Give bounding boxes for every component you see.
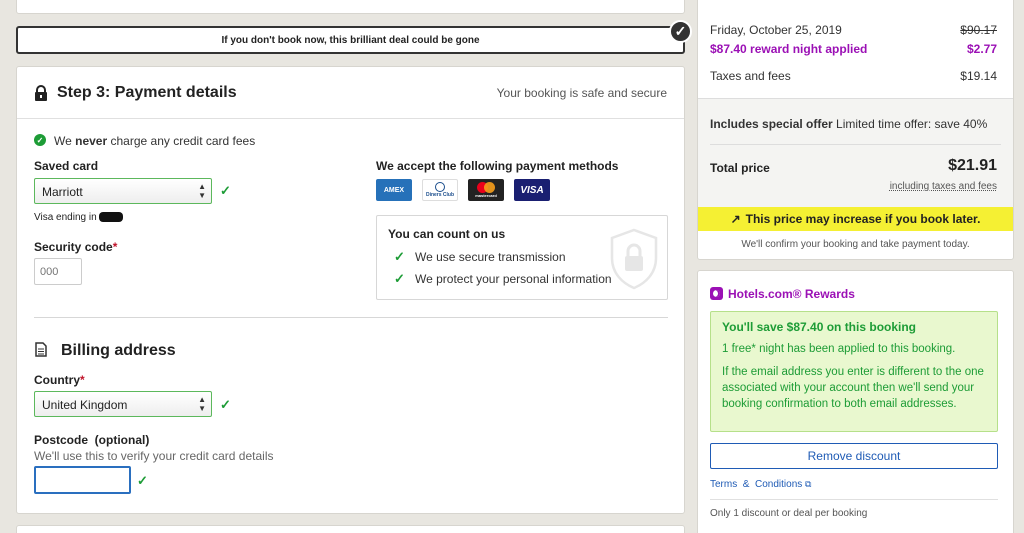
terms-link[interactable]: Terms & Conditions ⧉ xyxy=(710,479,811,490)
section-divider xyxy=(34,317,668,318)
check-circle-icon: ✓ xyxy=(669,20,692,43)
rewards-savings-box: You'll save $87.40 on this booking 1 fre… xyxy=(710,311,998,432)
remove-discount-label: Remove discount xyxy=(807,449,901,463)
no-fees-emphasis: never xyxy=(75,134,108,148)
security-code-label-text: Security code xyxy=(34,240,113,254)
external-link-icon: ⧉ xyxy=(805,479,812,489)
offer-section: Includes special offer Limited time offe… xyxy=(698,98,1013,215)
security-code-input[interactable] xyxy=(34,258,82,285)
special-offer-detail: Limited time offer: save 40% xyxy=(832,117,988,131)
reward-price: $2.77 xyxy=(966,42,997,56)
check-icon: ✓ xyxy=(137,473,148,488)
offer-divider xyxy=(710,144,1001,145)
payment-methods-heading: We accept the following payment methods xyxy=(376,159,619,173)
saved-card-label: Saved card xyxy=(34,159,99,173)
total-label: Total price xyxy=(710,161,770,175)
postcode-hint: We'll use this to verify your credit car… xyxy=(34,449,274,463)
total-value: $21.91 xyxy=(948,157,997,174)
no-fees-suffix: charge any credit card fees xyxy=(107,134,256,148)
diners-label: Diners Club xyxy=(425,192,455,198)
confirm-text: We'll confirm your booking and take paym… xyxy=(741,239,970,250)
rewards-card: Hotels.com® Rewards You'll save $87.40 o… xyxy=(697,270,1014,533)
previous-card xyxy=(16,0,685,14)
urgency-text: If you don't book now, this brilliant de… xyxy=(221,34,480,46)
postcode-label: Postcode (optional) xyxy=(34,433,150,447)
hotels-rewards-icon xyxy=(710,287,723,300)
trust-heading: You can count on us xyxy=(388,227,506,241)
mastercard-label: mastercard xyxy=(475,193,497,198)
header-divider xyxy=(17,118,684,119)
check-icon: ✓ xyxy=(394,271,405,286)
amex-card-icon: AMEX xyxy=(376,179,412,201)
reward-label: $87.40 reward night applied xyxy=(710,42,868,56)
country-label: Country* xyxy=(34,373,85,387)
one-discount-note: Only 1 discount or deal per booking xyxy=(710,508,868,519)
country-select[interactable]: United Kingdom ▲ ▼ xyxy=(34,391,212,417)
trust-item: We use secure transmission xyxy=(415,250,566,264)
security-code-label: Security code* xyxy=(34,240,117,254)
country-value: United Kingdom xyxy=(42,398,128,412)
document-icon xyxy=(35,342,47,360)
next-card xyxy=(16,525,685,533)
trending-up-icon: ↗ xyxy=(730,212,741,226)
redaction-mark xyxy=(99,212,124,223)
urgency-banner: If you don't book now, this brilliant de… xyxy=(16,26,685,54)
check-circle-icon: ✓ xyxy=(34,134,46,146)
moon-icon xyxy=(713,290,720,297)
saved-card-select[interactable]: Marriott ▲ ▼ xyxy=(34,178,212,204)
email-note: If the email address you enter is differ… xyxy=(722,366,984,410)
visa-card-icon: VISA xyxy=(514,179,550,201)
price-increase-banner: ↗ This price may increase if you book la… xyxy=(698,207,1013,231)
lock-icon xyxy=(34,85,48,101)
taxes-label: Taxes and fees xyxy=(710,69,791,83)
visa-ending-text: Visa ending in xyxy=(34,212,124,223)
amex-label: AMEX xyxy=(383,186,405,194)
stay-date: Friday, October 25, 2019 xyxy=(710,23,842,37)
no-fees-prefix: We xyxy=(54,134,76,148)
original-price: $90.17 xyxy=(960,23,997,37)
billing-title: Billing address xyxy=(61,342,176,359)
free-night-text: 1 free* night has been applied to this b… xyxy=(722,343,956,355)
payment-details-card: Step 3: Payment details Your booking is … xyxy=(16,66,685,514)
price-summary-card: Friday, October 25, 2019 $90.17 $87.40 r… xyxy=(697,0,1014,260)
terms-link-text: Terms & Conditions xyxy=(710,479,803,490)
postcode-input[interactable] xyxy=(34,466,131,494)
select-arrows-icon: ▲ ▼ xyxy=(198,395,206,413)
country-label-text: Country xyxy=(34,373,80,387)
remove-discount-button[interactable]: Remove discount xyxy=(710,443,998,469)
diners-club-card-icon: Diners Club xyxy=(422,179,458,201)
visa-label: VISA xyxy=(520,184,544,196)
mastercard-card-icon: mastercard xyxy=(468,179,504,201)
check-icon: ✓ xyxy=(394,249,405,264)
diners-logo-icon xyxy=(435,182,445,192)
no-fees-text: We never charge any credit card fees xyxy=(54,134,255,148)
check-icon: ✓ xyxy=(220,183,231,198)
total-note: including taxes and fees xyxy=(889,181,997,192)
mastercard-circles-icon xyxy=(477,182,495,193)
saved-card-value: Marriott xyxy=(42,185,83,199)
select-arrows-icon: ▲ ▼ xyxy=(198,182,206,200)
trust-box: You can count on us ✓ We use secure tran… xyxy=(376,215,668,300)
required-mark: * xyxy=(112,240,118,254)
secure-text: Your booking is safe and secure xyxy=(496,86,667,100)
step-title: Step 3: Payment details xyxy=(57,84,237,101)
special-offer-strong: Includes special offer xyxy=(710,117,833,131)
rewards-title: Hotels.com® Rewards xyxy=(728,287,855,301)
rewards-divider xyxy=(710,499,998,500)
savings-heading: You'll save $87.40 on this booking xyxy=(722,320,917,334)
required-mark: * xyxy=(80,373,85,387)
visa-ending-note: Visa ending in xyxy=(34,212,97,223)
price-increase-text: This price may increase if you book late… xyxy=(745,212,981,226)
trust-item: We protect your personal information xyxy=(415,272,612,286)
special-offer-text: Includes special offer Limited time offe… xyxy=(710,117,987,131)
taxes-price: $19.14 xyxy=(960,69,997,83)
shield-lock-icon xyxy=(609,228,659,293)
check-icon: ✓ xyxy=(220,397,231,412)
mastercard-orange-circle xyxy=(484,182,495,193)
